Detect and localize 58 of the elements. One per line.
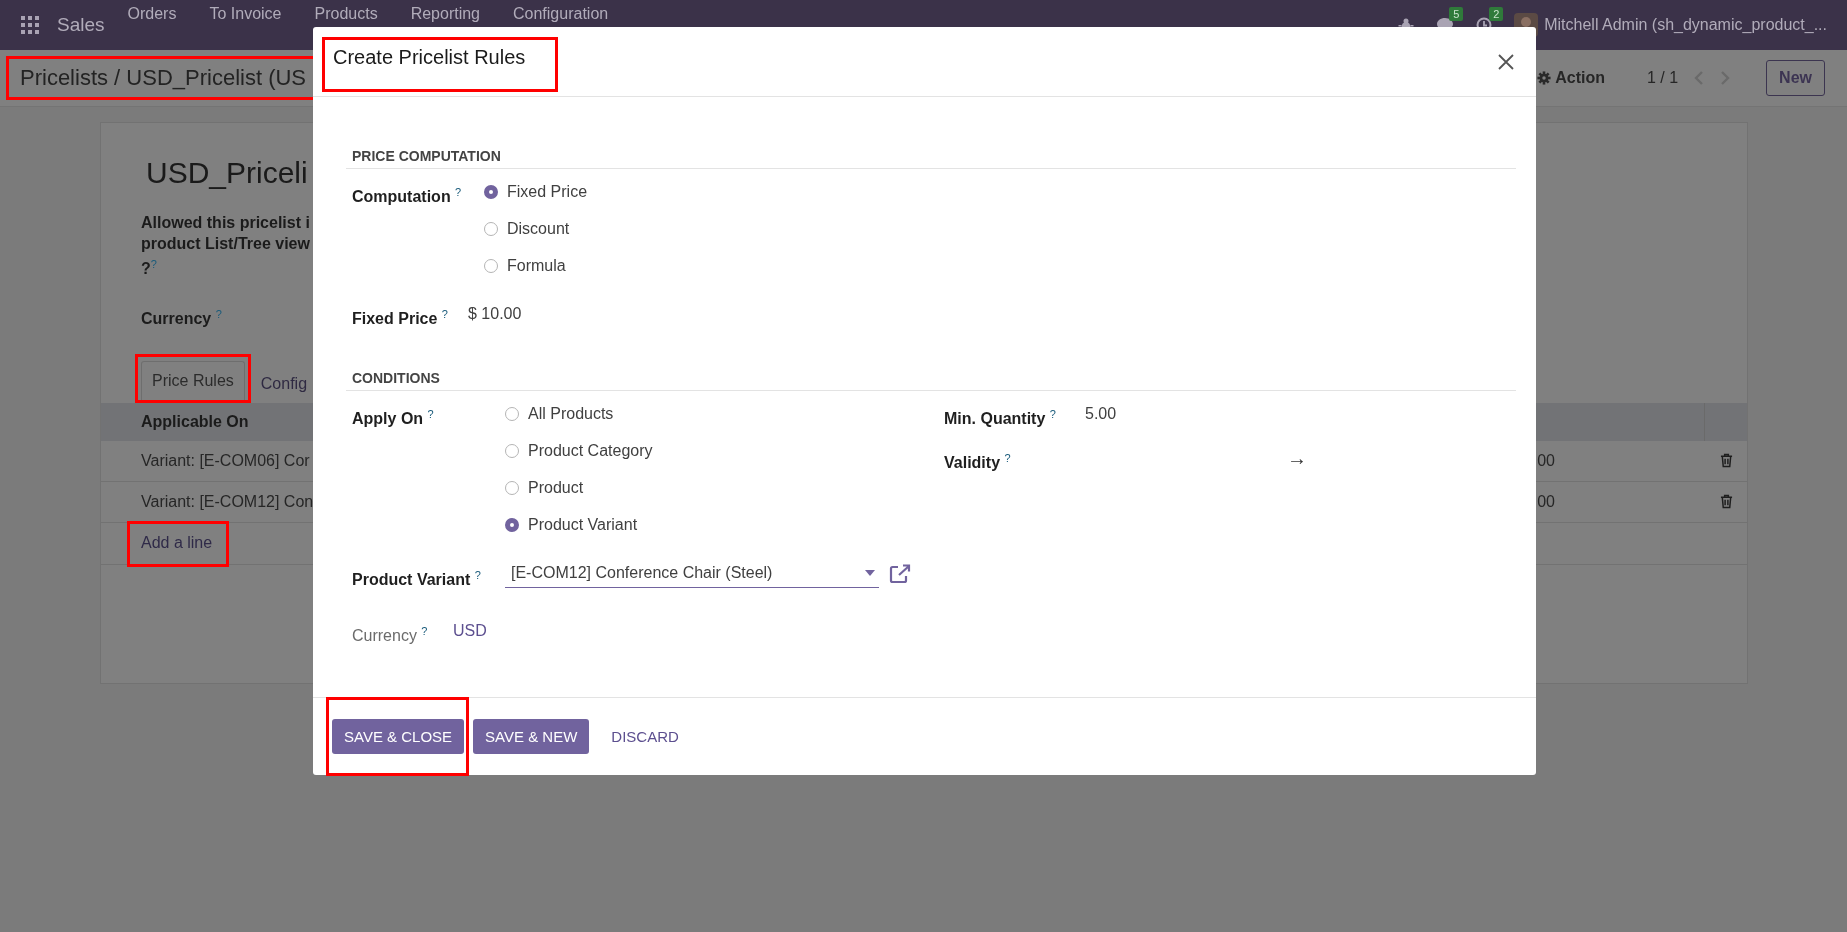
app-name[interactable]: Sales xyxy=(57,14,105,36)
apps-menu-icon[interactable] xyxy=(21,16,39,34)
field-label: Fixed Price $^{?}$ xyxy=(352,307,449,330)
record-title: USD_Priceli xyxy=(145,156,308,190)
menu-item[interactable]: Configuration xyxy=(513,5,609,23)
field-label: Computation $^{?}$ xyxy=(352,185,463,208)
trash-icon[interactable] xyxy=(1719,453,1733,469)
menu-item[interactable]: To Invoice xyxy=(209,5,282,23)
breadcrumb[interactable]: Pricelists / USD_Pricelist (US xyxy=(20,65,307,91)
external-link-icon[interactable] xyxy=(889,564,911,585)
activity-count-badge: 2 xyxy=(1489,7,1504,21)
discard-button[interactable]: DISCARD xyxy=(599,719,691,754)
dialog-title: Create Pricelist Rules xyxy=(333,46,526,69)
date-range-arrow: → xyxy=(1287,446,1307,469)
table-cell: Variant: [E-COM06] Cor xyxy=(141,451,310,470)
field-label: Validity $^{?}$ xyxy=(944,450,1012,473)
price-value[interactable]: $ 10.00 xyxy=(468,303,522,325)
field-label: Apply On $^{?}$ xyxy=(352,407,435,430)
quantity-value[interactable]: 5.00 xyxy=(1085,403,1117,426)
radio-button[interactable] xyxy=(484,185,498,199)
tab[interactable]: Price Rules xyxy=(141,360,245,400)
column-header: Applicable On xyxy=(141,412,249,431)
gear-icon xyxy=(1537,71,1552,85)
section-heading: PRICE COMPUTATION xyxy=(346,148,1516,169)
radio-label[interactable]: Discount xyxy=(507,220,570,238)
save-button[interactable]: SAVE & NEW xyxy=(473,719,590,754)
add-line-link[interactable]: Add a line xyxy=(141,534,213,553)
radio-label[interactable]: Fixed Price xyxy=(507,183,588,201)
pager-value: 1 / 1 xyxy=(1646,69,1679,87)
table-cell-text: 00 xyxy=(1536,451,1556,470)
table-cell: Variant: [E-COM12] Con xyxy=(141,492,314,511)
radio-label[interactable]: Product Category xyxy=(528,442,653,461)
currency-link[interactable]: USD xyxy=(453,619,487,642)
user-name[interactable]: Mitchell Admin (sh_dynamic_product_... xyxy=(1544,16,1827,34)
save-button[interactable]: SAVE & CLOSE xyxy=(332,719,465,754)
field-label: Currency $^{?}$ xyxy=(141,307,222,330)
message-count-badge: 5 xyxy=(1449,7,1464,21)
action-button[interactable]: Action xyxy=(1537,69,1605,87)
radio-label[interactable]: All Products xyxy=(528,405,614,424)
menu-item[interactable]: Orders xyxy=(127,5,177,23)
radio-button[interactable] xyxy=(505,518,519,533)
field-label: Currency $^{?}$ xyxy=(352,623,429,646)
caret-icon[interactable] xyxy=(865,570,875,577)
field-label: Min. Quantity $^{?}$ xyxy=(944,407,1057,430)
menu-item[interactable]: Reporting xyxy=(410,5,480,23)
field-label: Product Variant $^{?}$ xyxy=(352,568,482,591)
radio-label[interactable]: Product Variant xyxy=(528,516,638,535)
section-heading: CONDITIONS xyxy=(346,370,1516,392)
tab[interactable]: Config xyxy=(250,364,318,403)
radio-label[interactable]: Product xyxy=(528,479,584,498)
field-label: Allowed this pricelist i product List/Tree view ?$^{?}$ xyxy=(141,213,310,280)
menu-item[interactable]: Products xyxy=(314,5,378,23)
table-cell-text: 00 xyxy=(1536,492,1556,511)
new-button[interactable]: New xyxy=(1766,60,1825,96)
trash-icon[interactable] xyxy=(1719,494,1733,510)
close-icon[interactable] xyxy=(1498,53,1514,70)
product-variant-field[interactable]: [E-COM12] Conference Chair (Steel) xyxy=(505,564,879,589)
radio-label[interactable]: Formula xyxy=(507,257,566,275)
